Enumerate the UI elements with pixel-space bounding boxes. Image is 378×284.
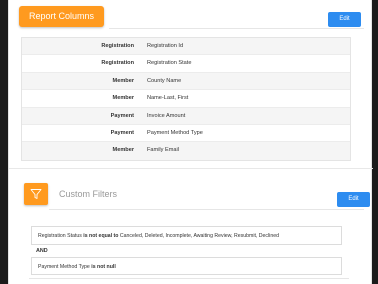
column-field: County Name <box>147 77 182 84</box>
column-field: Name-Last, First <box>147 95 189 102</box>
table-row: Member County Name <box>22 72 350 91</box>
column-category: Payment <box>110 112 134 119</box>
column-category: Registration <box>101 43 134 49</box>
filter-values: Canceled, Deleted, Incomplete, Awaiting … <box>119 233 279 239</box>
report-builder-page: Report Columns Edit Registration Registr… <box>8 0 373 284</box>
table-row: Registration Registration Id <box>22 38 350 56</box>
table-row: Payment Invoice Amount <box>22 107 350 125</box>
report-columns-header: Report Columns <box>19 6 104 27</box>
filter-operator: is not equal to <box>83 233 119 239</box>
header-divider <box>49 209 364 210</box>
table-row: Member Family Email <box>22 142 350 160</box>
column-category: Payment <box>110 129 134 136</box>
column-category: Registration <box>101 60 134 67</box>
column-category: Member <box>112 147 134 154</box>
table-row: Payment Payment Method Type <box>22 125 350 143</box>
column-field: Registration Id <box>147 43 184 49</box>
section-divider <box>29 278 349 279</box>
table-row: Registration Registration State <box>22 55 350 73</box>
section-divider <box>9 168 373 169</box>
filter-field: Payment Method Type <box>38 264 90 270</box>
custom-filters-icon-tab <box>24 183 48 205</box>
filter-condition: Registration Status is not equal to Canc… <box>31 226 342 245</box>
table-row: Member Name-Last, First <box>22 90 350 108</box>
filter-condition: Payment Method Type is not null <box>31 257 342 275</box>
column-category: Member <box>112 77 134 84</box>
custom-filters-title: Custom Filters <box>59 189 118 199</box>
report-columns-table: Registration Registration Id Registratio… <box>21 37 351 161</box>
edit-custom-filters-button[interactable]: Edit <box>337 192 370 207</box>
column-field: Family Email <box>147 147 180 154</box>
edit-report-columns-button[interactable]: Edit <box>328 12 361 27</box>
filter-field: Registration Status <box>38 233 82 239</box>
filter-operator: is not null <box>91 264 116 270</box>
header-divider <box>109 28 364 29</box>
column-field: Registration State <box>147 60 192 67</box>
column-category: Member <box>112 95 134 102</box>
report-columns-title: Report Columns <box>29 11 95 21</box>
filter-joiner: AND <box>36 248 48 254</box>
column-field: Invoice Amount <box>147 112 186 119</box>
filter-icon <box>30 189 42 199</box>
column-field: Payment Method Type <box>147 129 203 136</box>
